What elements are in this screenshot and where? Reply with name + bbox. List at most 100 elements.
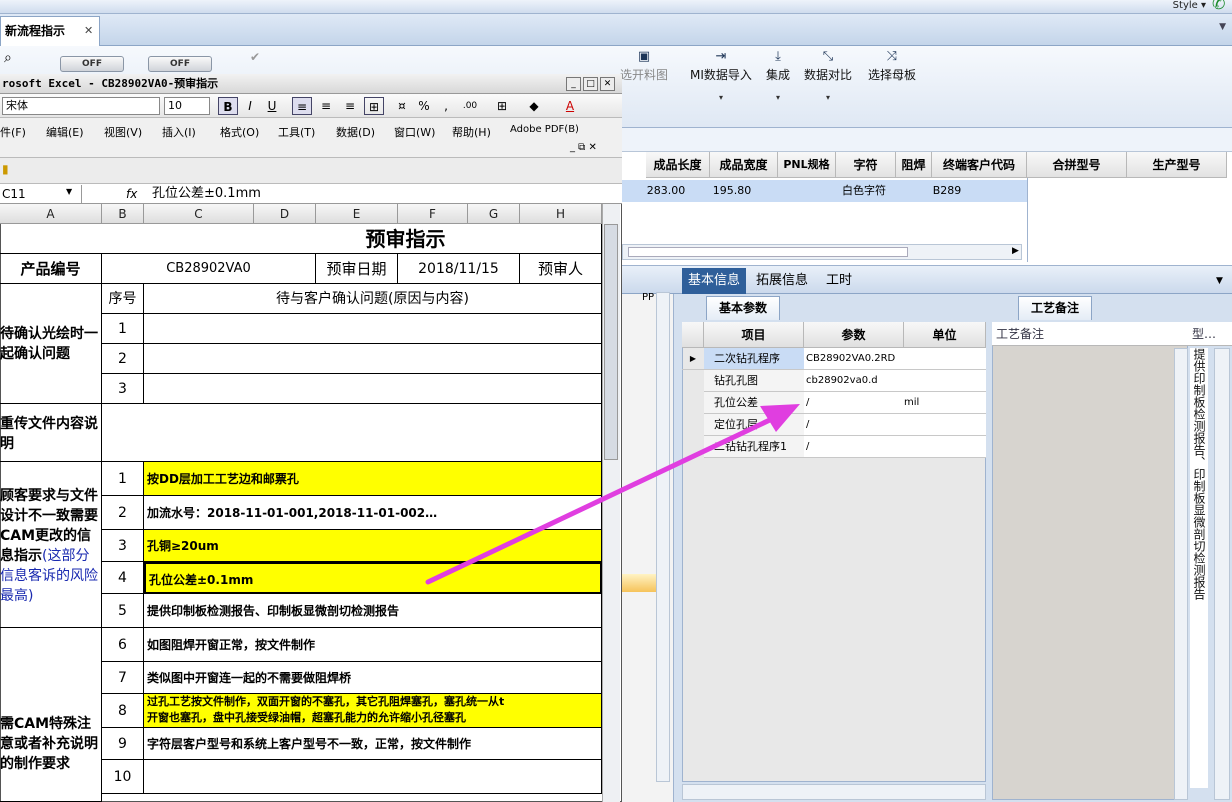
- tab-extended-info[interactable]: 拓展信息: [750, 268, 814, 294]
- mi-import-button[interactable]: ⇥ MI数据导入 ▾: [690, 48, 752, 102]
- vertical-scrollbar[interactable]: [1214, 348, 1230, 800]
- menu-help[interactable]: 帮助(H): [452, 124, 491, 140]
- question-header[interactable]: 待与客户确认问题(原因与内容): [144, 284, 602, 314]
- section-cam-special[interactable]: 需CAM特殊注意或者补充说明的制作要求: [0, 628, 102, 802]
- italic-icon[interactable]: I: [240, 97, 260, 115]
- col-header-merge-model[interactable]: 合拼型号: [1027, 152, 1127, 178]
- chevron-right-icon[interactable]: ▶: [1012, 246, 1019, 256]
- menu-insert[interactable]: 插入(I): [162, 124, 196, 140]
- col-header-param[interactable]: 参数: [804, 322, 904, 348]
- row-number[interactable]: 4: [102, 562, 144, 594]
- cell-length[interactable]: 283.00: [646, 180, 686, 202]
- cell-customer-code[interactable]: B289: [932, 180, 962, 202]
- product-label[interactable]: 产品编号: [0, 254, 102, 284]
- param-unit[interactable]: [904, 370, 986, 392]
- param-unit[interactable]: [904, 348, 986, 370]
- cell-width[interactable]: 195.80: [710, 180, 754, 202]
- toggle-switch-2[interactable]: OFF: [148, 56, 212, 72]
- phone-icon[interactable]: ✆: [1212, 0, 1230, 12]
- col-b[interactable]: B: [102, 204, 144, 224]
- check-icon[interactable]: ✔: [250, 50, 260, 64]
- horizontal-scrollbar[interactable]: [682, 784, 986, 800]
- instruction-cell[interactable]: 字符层客户型号和系统上客户型号不一致，正常，按文件制作: [144, 728, 602, 760]
- row-number[interactable]: 7: [102, 662, 144, 694]
- row-number[interactable]: 6: [102, 628, 144, 662]
- chevron-down-icon[interactable]: ▼: [1216, 276, 1223, 286]
- instruction-cell[interactable]: [144, 760, 602, 794]
- col-header-width[interactable]: 成品宽度: [710, 152, 778, 178]
- tab-process-notes[interactable]: 工艺备注: [1018, 296, 1092, 320]
- comma-icon[interactable]: ,: [436, 97, 456, 115]
- menu-adobe-pdf[interactable]: Adobe PDF(B): [510, 124, 579, 135]
- instruction-cell-selected[interactable]: 孔位公差±0.1mm: [144, 562, 602, 594]
- font-name-select[interactable]: 宋体: [2, 97, 160, 115]
- integrate-button[interactable]: ⤓ 集成 ▾: [766, 48, 790, 102]
- col-d[interactable]: D: [254, 204, 316, 224]
- instruction-cell[interactable]: 类似图中开窗连一起的不需要做阻焊桥: [144, 662, 602, 694]
- row-number[interactable]: 2: [102, 496, 144, 530]
- fx-icon[interactable]: fx: [126, 185, 137, 203]
- menu-data[interactable]: 数据(D): [336, 124, 375, 140]
- align-left-icon[interactable]: ≡: [292, 97, 312, 115]
- col-header-customer-code[interactable]: 终端客户代码: [932, 152, 1027, 178]
- row-number[interactable]: 9: [102, 728, 144, 760]
- section-confirm[interactable]: 待确认光绘时一起确认问题: [0, 284, 102, 404]
- col-c[interactable]: C: [144, 204, 254, 224]
- menu-file[interactable]: 件(F): [0, 124, 26, 140]
- window-controls[interactable]: _ ⧉ ✕: [570, 142, 597, 153]
- param-item[interactable]: 二钻钻孔程序1: [704, 436, 804, 458]
- notes-header[interactable]: 工艺备注: [992, 322, 1188, 346]
- chevron-down-icon[interactable]: ▾: [766, 93, 790, 102]
- seq-header[interactable]: 序号: [102, 284, 144, 314]
- col-f[interactable]: F: [398, 204, 468, 224]
- col-h[interactable]: H: [520, 204, 602, 224]
- chevron-down-icon[interactable]: ▾: [690, 93, 752, 102]
- row-number[interactable]: 3: [102, 530, 144, 562]
- row-number[interactable]: 1: [102, 462, 144, 496]
- font-color-icon[interactable]: A: [560, 97, 580, 115]
- param-item[interactable]: 定位孔层: [704, 414, 804, 436]
- row-number[interactable]: 2: [102, 344, 144, 374]
- align-right-icon[interactable]: ≡: [340, 97, 360, 115]
- underline-icon[interactable]: U: [262, 97, 282, 115]
- search-icon[interactable]: ⌕: [4, 50, 12, 66]
- type-header[interactable]: 型…: [1188, 322, 1232, 346]
- minimize-icon[interactable]: _: [566, 77, 581, 91]
- section-cam-changes[interactable]: 顾客要求与文件设计不一致需要CAM更改的信息指示(这部分信息客诉的风险最高): [0, 462, 102, 628]
- col-header-item[interactable]: 项目: [704, 322, 804, 348]
- menu-format[interactable]: 格式(O): [220, 124, 259, 140]
- product-code[interactable]: CB28902VA0: [102, 254, 316, 284]
- instruction-cell[interactable]: 如图阻焊开窗正常，按文件制作: [144, 628, 602, 662]
- row-number[interactable]: 3: [102, 374, 144, 404]
- menu-edit[interactable]: 编辑(E): [46, 124, 84, 140]
- col-header-character[interactable]: 字符: [836, 152, 896, 178]
- question-cell[interactable]: [144, 374, 602, 404]
- param-unit[interactable]: [904, 436, 986, 458]
- resend-content-cell[interactable]: [102, 404, 602, 462]
- question-cell[interactable]: [144, 344, 602, 374]
- review-date[interactable]: 2018/11/15: [398, 254, 520, 284]
- instruction-cell[interactable]: 过孔工艺按文件制作，双面开窗的不塞孔，其它孔阻焊塞孔，塞孔统一从t 开窗也塞孔，盘…: [144, 694, 602, 728]
- instruction-cell[interactable]: 孔铜≥20um: [144, 530, 602, 562]
- choose-cutting-button[interactable]: ▣ 选开料图: [620, 48, 668, 83]
- maximize-icon[interactable]: □: [583, 77, 598, 91]
- tab-basic-info[interactable]: 基本信息: [682, 268, 747, 294]
- param-value[interactable]: /: [804, 436, 904, 458]
- increase-decimal-icon[interactable]: .00: [460, 97, 480, 115]
- col-g[interactable]: G: [468, 204, 520, 224]
- chevron-down-icon[interactable]: ▼: [1219, 22, 1226, 32]
- instruction-cell[interactable]: 加流水号：2018-11-01-001,2018-11-01-002…: [144, 496, 602, 530]
- menu-tools[interactable]: 工具(T): [278, 124, 315, 140]
- question-cell[interactable]: [144, 314, 602, 344]
- param-value[interactable]: /: [804, 392, 904, 414]
- sheet-title[interactable]: 预审指示: [0, 224, 602, 254]
- tab-basic-params[interactable]: 基本参数: [706, 296, 780, 320]
- borders-icon[interactable]: ⊞: [492, 97, 512, 115]
- menu-view[interactable]: 视图(V): [104, 124, 142, 140]
- chevron-down-icon[interactable]: ▼: [66, 187, 72, 196]
- scrollbar-thumb[interactable]: [604, 224, 618, 460]
- col-header-length[interactable]: 成品长度: [646, 152, 710, 178]
- row-number[interactable]: 10: [102, 760, 144, 794]
- param-value[interactable]: cb28902va0.d: [804, 370, 904, 392]
- style-menu[interactable]: Style ▾: [1173, 0, 1206, 11]
